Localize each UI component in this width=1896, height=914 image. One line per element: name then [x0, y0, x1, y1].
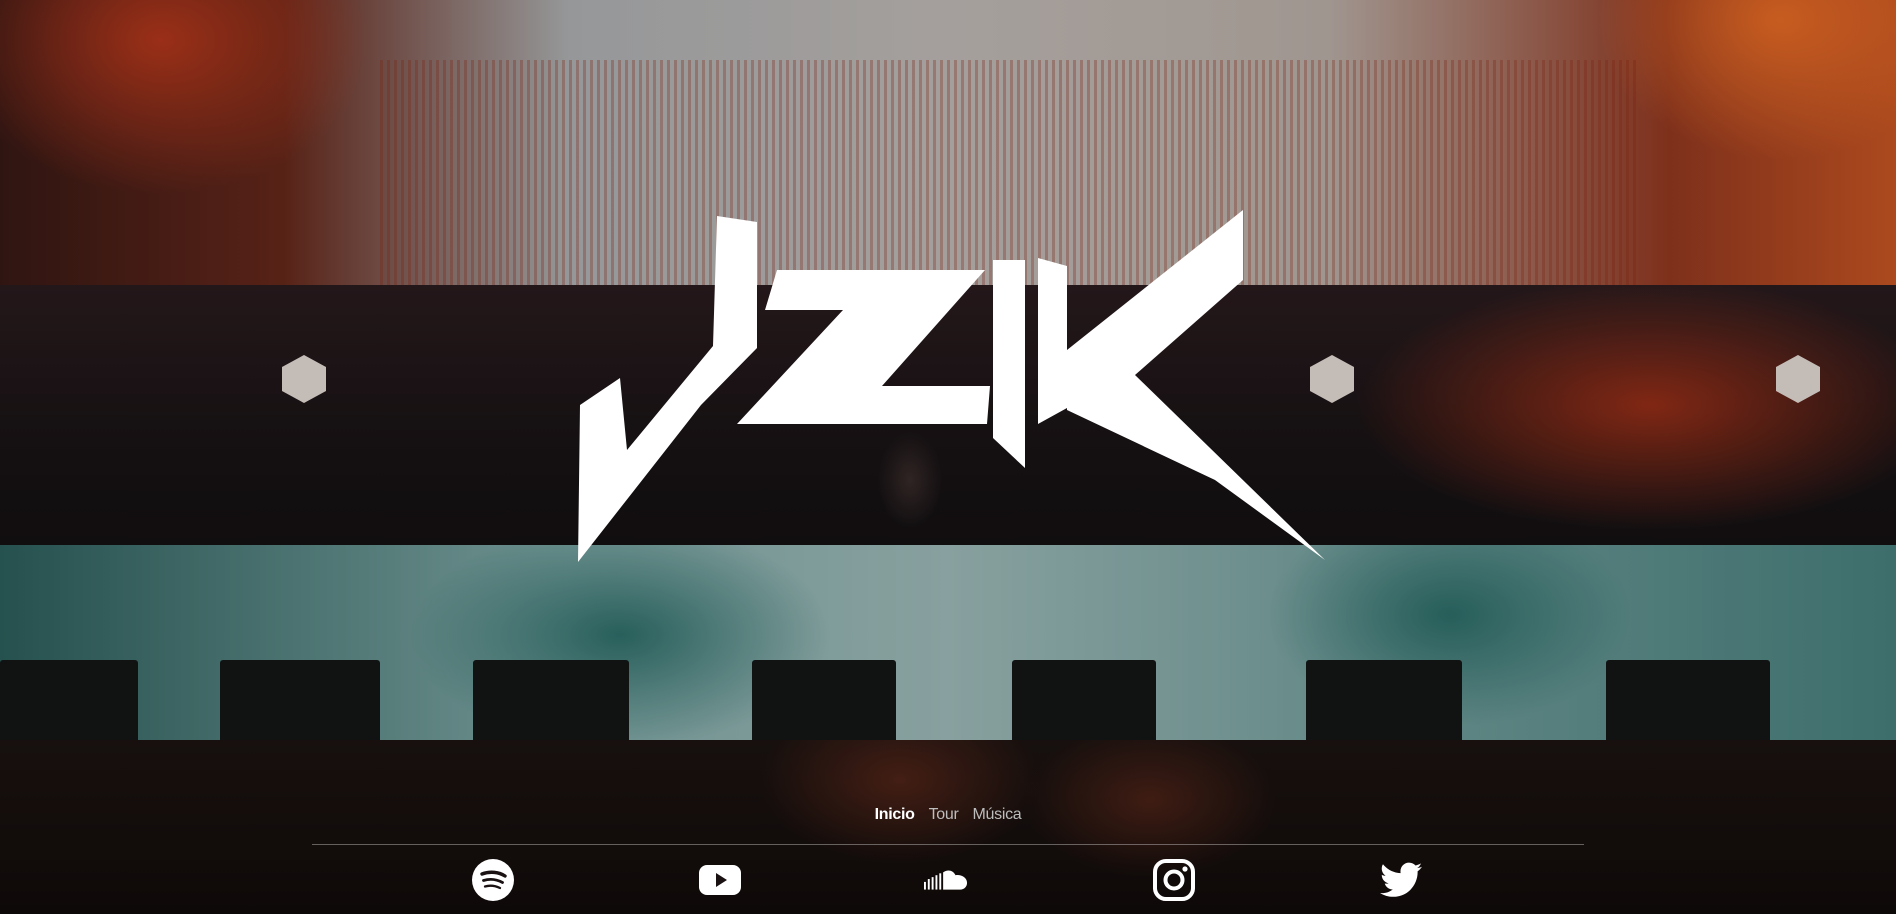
main-nav: Inicio Tour Música [0, 806, 1896, 824]
youtube-icon [699, 865, 741, 895]
youtube-link[interactable] [698, 858, 742, 902]
twitter-link[interactable] [1379, 858, 1423, 902]
hero-section: Inicio Tour Música [0, 0, 1896, 914]
spotify-icon [472, 859, 514, 901]
instagram-icon [1153, 859, 1195, 901]
soundcloud-link[interactable] [924, 858, 968, 902]
nav-link-inicio[interactable]: Inicio [875, 806, 915, 824]
nav-link-musica[interactable]: Música [973, 806, 1022, 824]
spotify-link[interactable] [471, 858, 515, 902]
twitter-icon [1380, 862, 1422, 897]
nav-divider [312, 844, 1584, 845]
site-logo[interactable] [575, 210, 1325, 570]
nav-link-tour[interactable]: Tour [929, 806, 959, 824]
soundcloud-icon [924, 870, 968, 890]
jzik-logo-icon [578, 210, 1325, 562]
instagram-link[interactable] [1152, 858, 1196, 902]
